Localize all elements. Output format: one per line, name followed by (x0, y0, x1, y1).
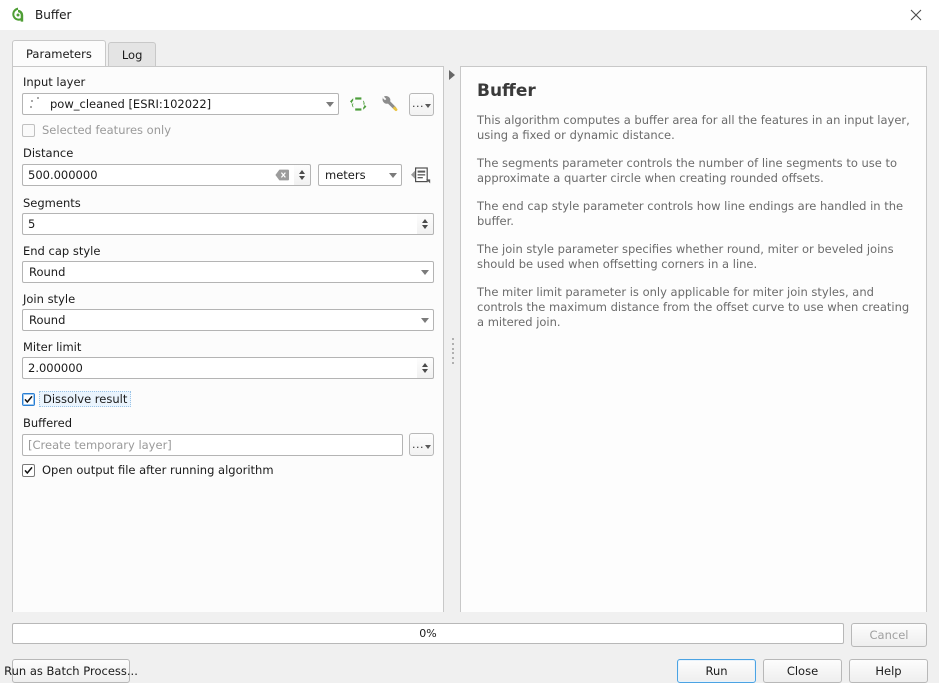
help-paragraph: The segments parameter controls the numb… (477, 156, 898, 185)
selected-features-only-row[interactable]: Selected features only (22, 123, 434, 137)
miter-limit-label: Miter limit (23, 340, 82, 354)
tab-log[interactable]: Log (107, 42, 157, 66)
join-style-label: Join style (23, 292, 76, 306)
segments-stepper[interactable] (417, 213, 434, 235)
miter-limit-value: 2.000000 (28, 361, 83, 375)
close-icon[interactable] (893, 0, 939, 30)
chevron-down-icon (421, 269, 429, 275)
buffered-output-placeholder: [Create temporary layer] (28, 437, 172, 452)
distance-input[interactable]: 500.000000 (22, 164, 294, 186)
run-button[interactable]: Run (677, 659, 756, 683)
segments-input[interactable]: 5 (22, 213, 417, 235)
parameters-panel: Input layer pow_cleaned [ESRI:102022] ..… (12, 66, 444, 628)
chevron-down-icon (425, 444, 431, 449)
dissolve-result-checkbox[interactable] (22, 392, 35, 406)
tab-parameters[interactable]: Parameters (12, 40, 106, 66)
tab-parameters-label: Parameters (26, 46, 92, 61)
qgis-logo-icon (9, 6, 27, 24)
splitter-collapse-arrow-icon[interactable] (449, 70, 455, 80)
tab-log-label: Log (121, 47, 143, 62)
buffered-output-input[interactable]: [Create temporary layer] (22, 433, 403, 456)
input-layer-browse-button[interactable]: ... (409, 92, 434, 116)
open-output-checkbox[interactable] (22, 463, 35, 477)
tab-strip: Parameters Log (12, 40, 444, 66)
wrench-icon[interactable] (377, 92, 403, 116)
chevron-down-icon (425, 104, 431, 108)
chevron-down-icon (421, 317, 429, 323)
check-icon (24, 466, 33, 474)
end-cap-style-value: Round (29, 265, 66, 279)
segments-value: 5 (28, 217, 36, 231)
distance-stepper[interactable] (294, 164, 311, 186)
distance-row: 500.000000 meters (22, 163, 434, 187)
input-layer-browse-label: ... (412, 97, 424, 110)
open-output-label: Open output file after running algorithm (42, 463, 274, 477)
dialog-body: Parameters Log Input layer pow_cleaned [… (0, 30, 939, 628)
splitter-handle[interactable] (452, 338, 455, 364)
help-paragraph: The miter limit parameter is only applic… (477, 285, 910, 329)
help-paragraph: The join style parameter specifies wheth… (477, 242, 894, 271)
segments-label: Segments (23, 196, 81, 210)
input-layer-label: Input layer (23, 75, 86, 89)
distance-units-combo[interactable]: meters (318, 164, 402, 186)
end-cap-style-combo[interactable]: Round (22, 261, 434, 283)
help-paragraph: This algorithm computes a buffer area fo… (477, 113, 910, 142)
end-cap-style-row: Round (22, 261, 434, 283)
join-style-value: Round (29, 313, 66, 327)
help-button[interactable]: Help (849, 659, 928, 683)
cancel-button[interactable]: Cancel (851, 623, 927, 647)
distance-label: Distance (23, 146, 74, 160)
miter-limit-row: 2.000000 (22, 357, 434, 379)
input-layer-row: pow_cleaned [ESRI:102022] ... (22, 92, 434, 116)
buffered-browse-label: ... (412, 437, 424, 451)
progress-bar: 0% (12, 623, 844, 644)
data-defined-override-icon[interactable] (408, 163, 434, 187)
dissolve-result-label: Dissolve result (39, 391, 132, 407)
open-output-row[interactable]: Open output file after running algorithm (22, 463, 434, 477)
segments-row: 5 (22, 213, 434, 235)
buffered-label: Buffered (23, 416, 73, 430)
chevron-down-icon (389, 172, 397, 178)
progress-label: 0% (419, 627, 437, 640)
distance-units-value: meters (325, 168, 366, 182)
distance-value: 500.000000 (28, 168, 98, 182)
clear-icon[interactable] (275, 168, 289, 182)
input-layer-value: pow_cleaned [ESRI:102022] (50, 97, 212, 111)
end-cap-style-label: End cap style (23, 244, 101, 258)
miter-limit-stepper[interactable] (417, 357, 434, 379)
chevron-down-icon (326, 101, 334, 107)
buffered-browse-button[interactable]: ... (409, 433, 434, 456)
help-panel: Buffer This algorithm computes a buffer … (460, 66, 927, 628)
run-as-batch-process-button[interactable]: Run as Batch Process... (4, 659, 138, 683)
check-icon (24, 395, 33, 403)
window-title: Buffer (35, 8, 72, 22)
join-style-combo[interactable]: Round (22, 309, 434, 331)
title-bar: Buffer (0, 0, 939, 30)
help-title: Buffer (477, 81, 536, 101)
refresh-icon[interactable] (345, 92, 371, 116)
input-layer-combo[interactable]: pow_cleaned [ESRI:102022] (22, 93, 339, 115)
footer-bar: 0% Cancel Run as Batch Process... Run Cl… (0, 612, 939, 683)
help-paragraph: The end cap style parameter controls how… (477, 199, 904, 228)
dissolve-result-row[interactable]: Dissolve result (22, 391, 434, 407)
buffered-row: [Create temporary layer] ... (22, 433, 434, 456)
point-layer-icon (29, 96, 45, 112)
close-button[interactable]: Close (763, 659, 842, 683)
miter-limit-input[interactable]: 2.000000 (22, 357, 417, 379)
join-style-row: Round (22, 309, 434, 331)
selected-features-only-checkbox[interactable] (22, 123, 35, 137)
selected-features-only-label: Selected features only (42, 123, 171, 137)
